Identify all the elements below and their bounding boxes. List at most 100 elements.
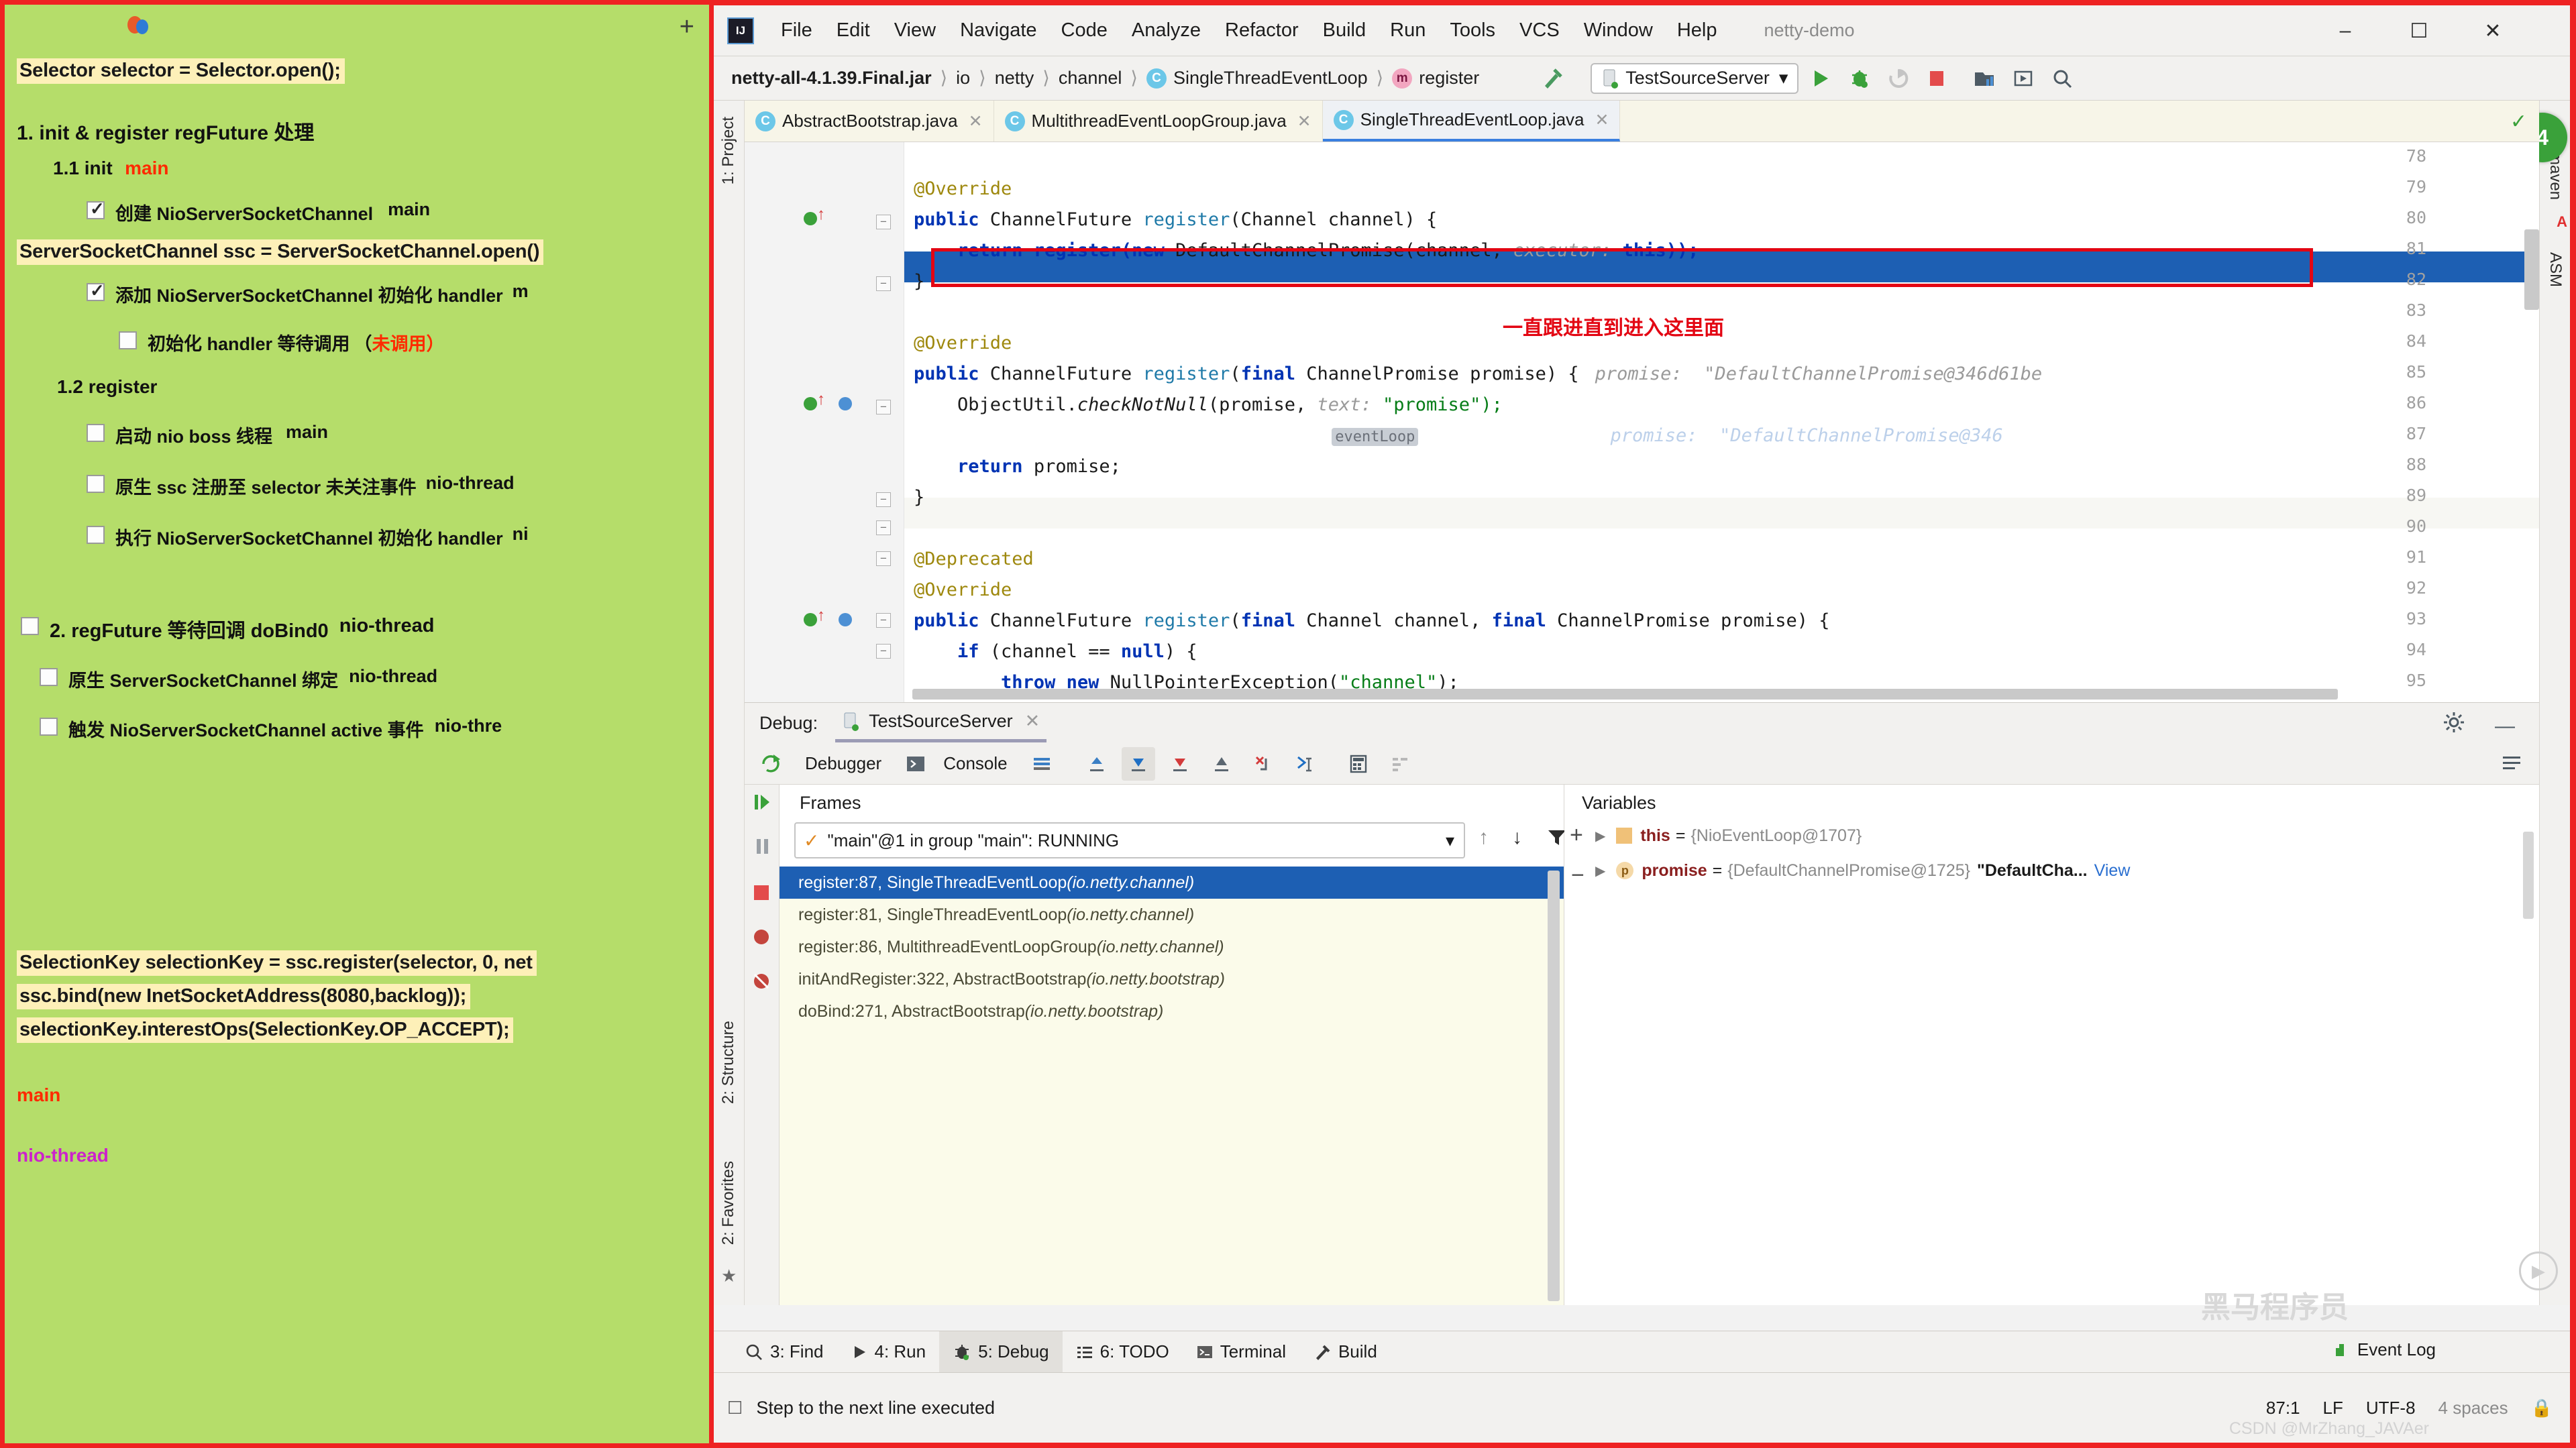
tab-abstractbootstrap[interactable]: C AbstractBootstrap.java ✕ (745, 101, 994, 142)
variable-row-promise[interactable]: ▶ p promise = {DefaultChannelPromise@172… (1564, 854, 2130, 887)
editor-vertical-scrollbar[interactable] (2524, 229, 2539, 310)
pause-program-icon[interactable] (751, 836, 773, 860)
indent-setting[interactable]: 4 spaces (2438, 1398, 2508, 1418)
debug-button[interactable] (1848, 67, 1871, 90)
file-encoding[interactable]: UTF-8 (2366, 1398, 2416, 1418)
checkbox-unchecked-icon[interactable] (87, 475, 105, 493)
menu-file[interactable]: File (769, 19, 824, 42)
note-checkbox-item[interactable]: 原生 ServerSocketChannel 绑定 nio-thread (40, 666, 437, 692)
menu-edit[interactable]: Edit (824, 19, 882, 42)
menu-help[interactable]: Help (1665, 19, 1729, 42)
menu-build[interactable]: Build (1311, 19, 1379, 42)
run-configuration-selector[interactable]: TestSourceServer ▾ (1591, 62, 1799, 94)
note-checkbox-item[interactable]: 执行 NioServerSocketChannel 初始化 handler ni (87, 524, 529, 550)
sidebar-item-asm[interactable]: ASM (2546, 252, 2565, 287)
view-value-link[interactable]: View (2094, 861, 2131, 881)
list-item[interactable]: register:87, SingleThreadEventLoop (io.n… (780, 867, 1564, 899)
tool-todo[interactable]: 6: TODO (1063, 1331, 1183, 1373)
menu-navigate[interactable]: Navigate (948, 19, 1049, 42)
tab-singlethreadeventloop[interactable]: C SingleThreadEventLoop.java ✕ (1322, 101, 1621, 142)
search-everywhere-icon[interactable] (2051, 67, 2074, 90)
debug-session-tab[interactable]: TestSourceServer ✕ (835, 704, 1047, 742)
breadcrumb-io[interactable]: io ⟩ (956, 68, 995, 89)
force-step-into-icon[interactable] (1163, 747, 1197, 781)
tab-debugger[interactable]: Debugger (796, 747, 891, 781)
override-arrow-icon[interactable]: ↑ (817, 390, 825, 409)
close-icon[interactable]: ✕ (969, 111, 983, 131)
breadcrumb-class[interactable]: C SingleThreadEventLoop ⟩ (1146, 68, 1392, 89)
sidebar-item-project[interactable]: 1: Project (719, 117, 738, 184)
fold-marker-icon[interactable]: − (876, 400, 891, 414)
breadcrumb-jar[interactable]: netty-all-4.1.39.Final.jar ⟩ (731, 68, 956, 89)
breadcrumb-netty[interactable]: netty ⟩ (995, 68, 1059, 89)
mute-breakpoints-icon[interactable] (751, 971, 771, 995)
run-anything-icon[interactable] (2012, 67, 2035, 90)
line-separator[interactable]: LF (2323, 1398, 2343, 1418)
checkbox-checked-icon[interactable] (87, 199, 105, 219)
drop-frame-icon[interactable] (1246, 747, 1280, 781)
menu-tools[interactable]: Tools (1438, 19, 1507, 42)
note-checkbox-item[interactable]: 创建 NioServerSocketChannel main (87, 199, 430, 225)
project-structure-icon[interactable] (1973, 67, 1996, 90)
menu-vcs[interactable]: VCS (1507, 19, 1572, 42)
note-checkbox-item[interactable]: 原生 ssc 注册至 selector 未关注事件 nio-thread (87, 473, 515, 499)
fold-marker-icon[interactable]: − (876, 276, 891, 291)
event-log-button[interactable]: Event Log (2330, 1339, 2436, 1360)
tab-console[interactable]: Console (941, 747, 1016, 781)
stop-program-icon[interactable] (751, 883, 771, 906)
menu-refactor[interactable]: Refactor (1213, 19, 1311, 42)
checkbox-unchecked-icon[interactable] (119, 331, 137, 349)
breakpoint-icon[interactable] (804, 397, 817, 410)
toolbar-overflow-icon[interactable] (2500, 751, 2523, 777)
view-breakpoints-icon[interactable] (751, 927, 771, 950)
checkbox-unchecked-icon[interactable] (87, 526, 105, 544)
note-checkbox-item[interactable]: 2. regFuture 等待回调 doBind0 nio-thread (21, 615, 434, 643)
override-arrow-icon[interactable]: ↑ (817, 606, 825, 625)
close-icon[interactable]: ✕ (1025, 711, 1040, 732)
fold-marker-icon[interactable]: − (876, 520, 891, 535)
build-hammer-icon[interactable] (1540, 66, 1565, 91)
menu-view[interactable]: View (882, 19, 948, 42)
caret-position[interactable]: 87:1 (2266, 1398, 2300, 1418)
list-item[interactable]: register:86, MultithreadEventLoopGroup (… (780, 931, 1564, 963)
checkbox-unchecked-icon[interactable] (40, 668, 58, 686)
run-button[interactable] (1809, 67, 1832, 90)
override-arrow-icon[interactable]: ↑ (817, 205, 825, 224)
close-icon[interactable]: ✕ (1297, 111, 1311, 131)
fold-marker-icon[interactable]: − (876, 215, 891, 229)
code-editor[interactable]: 78 79 80 81 82 83 84 85 86 87 88 89 90 9… (745, 142, 2539, 702)
menu-window[interactable]: Window (1572, 19, 1665, 42)
tool-debug[interactable]: 5: Debug (939, 1331, 1063, 1373)
lock-icon[interactable]: 🔒 (2531, 1398, 2553, 1418)
list-item[interactable]: doBind:271, AbstractBootstrap (io.netty.… (780, 995, 1564, 1027)
checkbox-unchecked-icon[interactable] (87, 424, 105, 442)
note-checkbox-item[interactable]: 初始化 handler 等待调用 （未调用） (119, 329, 445, 355)
settings-gear-icon[interactable] (2443, 711, 2465, 737)
fold-marker-icon[interactable]: − (876, 551, 891, 566)
fold-marker-icon[interactable]: − (876, 492, 891, 507)
list-item[interactable]: register:81, SingleThreadEventLoop (io.n… (780, 899, 1564, 931)
step-over-icon[interactable] (1080, 747, 1114, 781)
variables-scrollbar[interactable] (2523, 832, 2534, 919)
settings-list-icon[interactable] (1383, 747, 1417, 781)
fold-marker-icon[interactable]: − (876, 644, 891, 659)
layout-icon[interactable] (1025, 747, 1059, 781)
breakpoint-icon[interactable] (804, 212, 817, 225)
tool-terminal[interactable]: Terminal (1183, 1331, 1299, 1373)
editor-horizontal-scrollbar[interactable] (912, 689, 2338, 700)
note-checkbox-item[interactable]: 启动 nio boss 线程 main (87, 422, 328, 448)
rerun-icon[interactable] (754, 747, 788, 781)
tool-run[interactable]: 4: Run (837, 1331, 940, 1373)
breadcrumb-channel[interactable]: channel ⟩ (1059, 68, 1146, 89)
fold-marker-icon[interactable]: − (876, 613, 891, 628)
rerun-button[interactable] (1887, 67, 1910, 90)
sidebar-item-favorites[interactable]: 2: Favorites (719, 1161, 738, 1245)
tool-build[interactable]: Build (1299, 1331, 1391, 1373)
tool-find[interactable]: 3: Find (731, 1331, 837, 1373)
list-item[interactable]: initAndRegister:322, AbstractBootstrap (… (780, 963, 1564, 995)
window-maximize-button[interactable]: ☐ (2389, 5, 2449, 56)
resume-program-icon[interactable] (751, 791, 773, 816)
console-icon[interactable] (899, 747, 932, 781)
expand-triangle-icon[interactable]: ▶ (1595, 862, 1605, 879)
step-out-icon[interactable] (1205, 747, 1238, 781)
